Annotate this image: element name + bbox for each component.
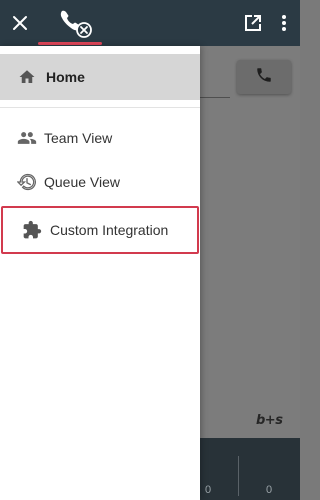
nav-item-queue-view[interactable]: Queue View	[0, 168, 200, 196]
status-counter: 0	[205, 484, 212, 496]
nav-item-label: Team View	[44, 130, 113, 146]
open-in-new-icon[interactable]	[242, 12, 264, 34]
more-vertical-icon[interactable]	[274, 12, 294, 34]
navigation-drawer: Home Team View Queue View Custom Integra…	[0, 46, 200, 500]
puzzle-icon	[21, 219, 43, 241]
people-icon	[16, 127, 38, 149]
dial-input-underline	[200, 97, 230, 98]
home-icon	[16, 66, 38, 88]
history-icon	[16, 171, 38, 193]
phone-cancel-icon[interactable]	[58, 8, 92, 38]
nav-item-label: Queue View	[44, 174, 121, 190]
nav-item-label: Home	[46, 69, 85, 85]
nav-item-team-view[interactable]: Team View	[0, 124, 200, 152]
call-button[interactable]	[237, 60, 291, 94]
nav-item-home[interactable]: Home	[0, 54, 200, 100]
brand-logo: b+s	[256, 413, 283, 428]
divider	[0, 107, 200, 108]
active-tab-indicator	[38, 42, 102, 45]
phone-icon	[255, 66, 273, 89]
nav-item-label: Custom Integration	[50, 222, 169, 238]
close-icon[interactable]	[8, 11, 32, 35]
status-counter: 0	[266, 484, 273, 496]
top-bar	[0, 0, 300, 46]
nav-item-custom-integration[interactable]: Custom Integration	[1, 206, 199, 254]
counter-divider	[238, 456, 239, 496]
